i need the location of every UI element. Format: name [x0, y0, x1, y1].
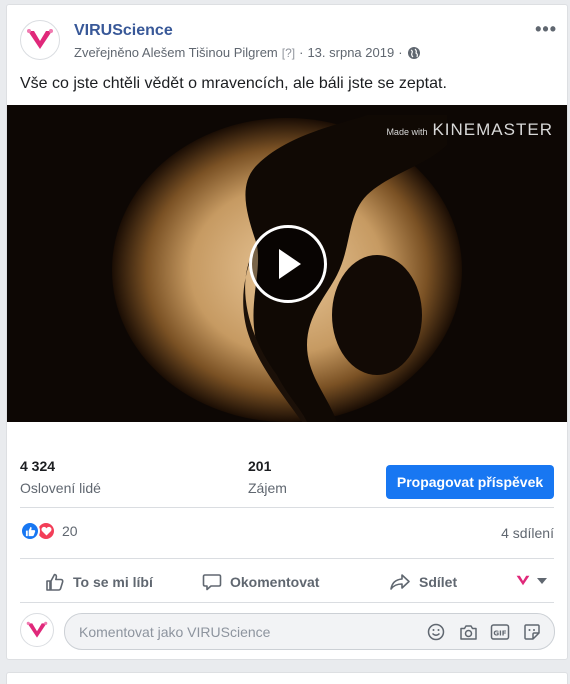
globe-icon[interactable]: [407, 46, 421, 60]
stats-divider: [20, 507, 554, 508]
meta-separator: ·: [299, 45, 304, 60]
comment-button[interactable]: Okomentovat: [202, 572, 319, 592]
comment-composer: GIF: [64, 613, 555, 650]
shares-count[interactable]: 4 sdílení: [501, 525, 554, 541]
engagement-value: 201: [248, 458, 272, 474]
comment-tools: GIF: [426, 622, 542, 642]
watermark-brand-text: KINEMASTER: [432, 120, 553, 139]
like-button[interactable]: To se mi líbí: [45, 572, 153, 592]
play-icon: [279, 249, 301, 279]
sticker-icon[interactable]: [522, 622, 542, 642]
commenter-avatar[interactable]: [20, 613, 54, 647]
play-button[interactable]: [249, 225, 327, 303]
page-name-link[interactable]: VIRUScience: [74, 22, 173, 40]
post-meta: Zveřejněno Alešem Tišinou Pilgrem [?] · …: [74, 45, 421, 60]
next-post-card: [6, 672, 568, 684]
viruscience-logo-icon: [27, 29, 53, 49]
chevron-down-icon: [537, 577, 547, 584]
post-caption: Vše co jste chtěli vědět o mravencích, a…: [20, 75, 447, 92]
more-options-button[interactable]: •••: [535, 19, 557, 40]
post-as-selector[interactable]: [515, 574, 547, 587]
post-insights: 4 324 Oslovení lidé 201 Zájem Propagovat…: [7, 448, 567, 508]
promote-post-button[interactable]: Propagovat příspěvek: [386, 465, 554, 499]
thumbs-up-icon: [46, 573, 64, 591]
video-watermark: Made with KINEMASTER: [386, 120, 553, 140]
like-reaction-icon: [20, 521, 40, 541]
post-actions: To se mi líbí Okomentovat Sdílet: [7, 564, 567, 602]
video-player[interactable]: Made with KINEMASTER: [7, 105, 567, 422]
page-avatar[interactable]: [20, 20, 60, 60]
watermark-small-text: Made with: [386, 127, 428, 137]
comment-input[interactable]: [79, 614, 409, 649]
actions-divider: [20, 602, 554, 603]
reach-value: 4 324: [20, 458, 56, 474]
reach-label: Oslovení lidé: [20, 480, 101, 496]
help-mark[interactable]: [?]: [282, 46, 295, 60]
viruscience-logo-icon: [26, 621, 48, 638]
reactions-summary[interactable]: 20: [20, 521, 78, 541]
emoji-icon[interactable]: [426, 622, 446, 642]
viruscience-logo-icon: [516, 575, 530, 586]
reactions-divider: [20, 558, 554, 559]
share-button[interactable]: Sdílet: [389, 572, 457, 592]
like-label: To se mi líbí: [73, 574, 153, 590]
gif-icon[interactable]: GIF: [490, 622, 510, 642]
post-card: VIRUScience Zveřejněno Alešem Tišinou Pi…: [6, 4, 568, 660]
camera-icon[interactable]: [458, 622, 478, 642]
comment-icon: [202, 574, 222, 591]
published-by: Zveřejněno Alešem Tišinou Pilgrem: [74, 45, 278, 60]
post-date[interactable]: 13. srpna 2019: [307, 45, 394, 60]
svg-text:GIF: GIF: [493, 629, 506, 637]
reaction-count: 20: [62, 523, 78, 539]
engagement-label: Zájem: [248, 480, 287, 496]
meta-separator-2: ·: [398, 45, 403, 60]
share-label: Sdílet: [419, 574, 458, 590]
comment-label: Okomentovat: [230, 574, 320, 590]
share-icon: [390, 574, 410, 590]
